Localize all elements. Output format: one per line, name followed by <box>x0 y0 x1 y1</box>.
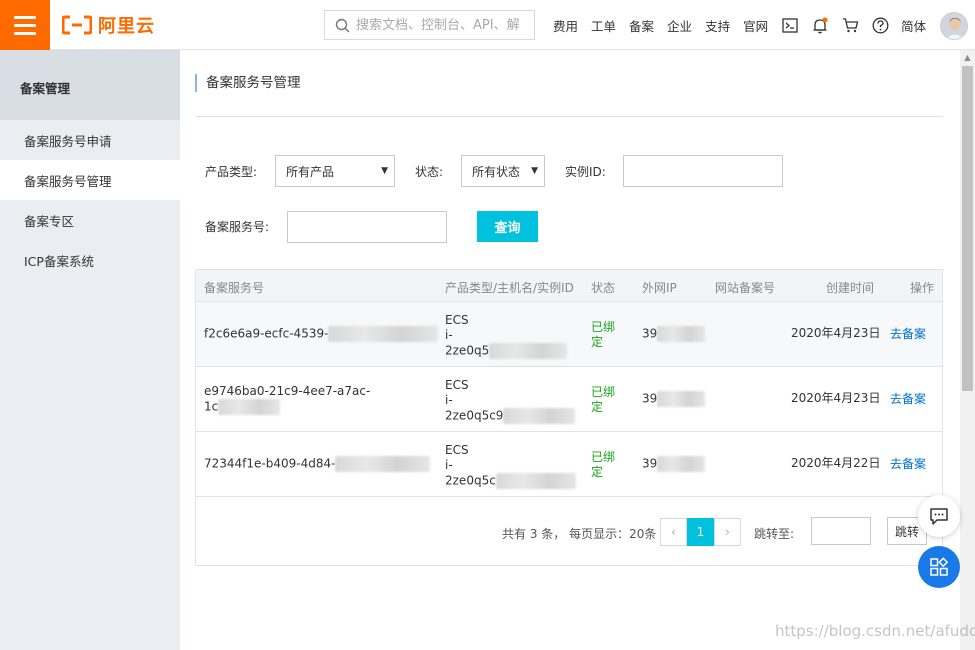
nav-support[interactable]: 支持 <box>705 16 730 35</box>
apps-button[interactable] <box>918 546 960 588</box>
next-page-button[interactable]: › <box>714 518 741 546</box>
status-cell: 已绑定 <box>591 450 616 479</box>
service-table: 备案服务号 产品类型/主机名/实例ID 状态 外网IP 网站备案号 创建时间 操… <box>195 269 943 566</box>
product-type-value: 所有产品 <box>286 164 335 179</box>
cart-icon[interactable] <box>841 16 859 34</box>
nav-enterprise[interactable]: 企业 <box>667 16 692 35</box>
aliyun-logo-icon <box>62 15 92 35</box>
ip-cell: 39 <box>642 456 706 472</box>
top-nav: 费用 工单 备案 企业 支持 官网 简体 <box>553 0 939 50</box>
nav-tickets[interactable]: 工单 <box>591 16 616 35</box>
search-input[interactable] <box>356 17 526 33</box>
col-status: 状态 <box>591 281 616 295</box>
sidebar-item-icp-system[interactable]: ICP备案系统 <box>0 240 180 280</box>
top-bar: 阿里云 费用 工单 备案 企业 支持 官网 简体 <box>0 0 975 50</box>
chat-button[interactable] <box>918 495 960 537</box>
col-service-no: 备案服务号 <box>204 281 265 295</box>
avatar[interactable] <box>940 12 968 40</box>
bell-icon[interactable] <box>811 16 829 34</box>
watermark: https://blog.csdn.net/afudos <box>775 622 975 640</box>
status-value: 所有状态 <box>472 164 521 179</box>
go-icp-link[interactable]: 去备案 <box>890 327 926 342</box>
chat-icon <box>930 507 948 525</box>
service-no-cell: 72344f1e-b409-4d84- <box>204 456 431 472</box>
col-action: 操作 <box>910 281 935 295</box>
logo-text: 阿里云 <box>98 16 155 37</box>
scroll-up-icon[interactable]: ▲ <box>960 50 975 65</box>
jump-page-input[interactable] <box>811 517 871 545</box>
help-icon[interactable] <box>871 16 889 34</box>
dropdown-arrow-icon: ▼ <box>531 166 538 176</box>
col-site-no: 网站备案号 <box>715 281 776 295</box>
service-no-cell: e9746ba0-21c9-4ee7-a7ac- 1c <box>204 384 371 415</box>
scroll-thumb[interactable] <box>962 66 973 391</box>
col-created: 创建时间 <box>826 281 875 295</box>
jump-label: 跳转至: <box>754 527 795 541</box>
sidebar-title: 备案管理 <box>0 50 180 120</box>
logo[interactable]: 阿里云 <box>62 13 155 37</box>
ip-cell: 39 <box>642 326 706 342</box>
page-title: 备案服务号管理 <box>195 74 301 92</box>
product-cell: ECS i- 2ze0q5c9 <box>445 378 576 424</box>
sidebar-item-service-apply[interactable]: 备案服务号申请 <box>0 120 180 160</box>
status-cell: 已绑定 <box>591 385 616 414</box>
go-icp-link[interactable]: 去备案 <box>890 392 926 407</box>
table-row: f2c6e6a9-ecfc-4539- ECS i- 2ze0q5 已绑定 39… <box>196 302 942 367</box>
scrollbar[interactable]: ▲ <box>960 50 975 650</box>
product-type-label: 产品类型: <box>205 165 258 179</box>
product-cell: ECS i- 2ze0q5c <box>445 443 576 489</box>
ip-cell: 39 <box>642 391 706 407</box>
col-ip: 外网IP <box>642 281 677 295</box>
created-cell: 2020年4月22日 <box>791 456 881 470</box>
go-icp-link[interactable]: 去备案 <box>890 457 926 472</box>
sidebar: 备案管理 备案服务号申请 备案服务号管理 备案专区 ICP备案系统 <box>0 50 180 650</box>
search-box[interactable] <box>324 10 535 40</box>
page-1-button[interactable]: 1 <box>687 518 714 546</box>
nav-fees[interactable]: 费用 <box>553 16 578 35</box>
table-row: e9746ba0-21c9-4ee7-a7ac- 1c ECS i- 2ze0q… <box>196 367 942 432</box>
status-cell: 已绑定 <box>591 320 616 349</box>
dropdown-arrow-icon: ▼ <box>381 166 388 176</box>
terminal-icon[interactable] <box>781 16 799 34</box>
created-cell: 2020年4月23日 <box>791 326 881 340</box>
service-no-input[interactable] <box>287 211 447 243</box>
apps-icon <box>930 557 949 576</box>
nav-icp[interactable]: 备案 <box>629 16 654 35</box>
main-content: 备案服务号管理 产品类型: 所有产品 ▼ 状态: 所有状态 ▼ 实例ID: 备案… <box>180 50 960 650</box>
product-cell: ECS i- 2ze0q5 <box>445 313 568 359</box>
status-label: 状态: <box>415 165 444 179</box>
service-no-label: 备案服务号: <box>205 220 270 234</box>
prev-page-button[interactable]: ‹ <box>660 518 687 546</box>
sidebar-item-icp-zone[interactable]: 备案专区 <box>0 200 180 240</box>
status-select[interactable]: 所有状态 ▼ <box>461 155 545 187</box>
sidebar-item-service-manage[interactable]: 备案服务号管理 <box>0 160 180 200</box>
language-switch[interactable]: 简体 <box>901 16 926 35</box>
divider <box>195 116 943 117</box>
nav-website[interactable]: 官网 <box>743 16 768 35</box>
created-cell: 2020年4月23日 <box>791 391 881 405</box>
table-header: 备案服务号 产品类型/主机名/实例ID 状态 外网IP 网站备案号 创建时间 操… <box>196 270 942 302</box>
total-count: 共有 3 条， 每页显示：20条 <box>502 527 657 541</box>
search-icon <box>335 18 350 32</box>
instance-id-input[interactable] <box>623 155 783 187</box>
menu-icon[interactable] <box>0 0 50 50</box>
instance-id-label: 实例ID: <box>565 165 606 179</box>
col-product: 产品类型/主机名/实例ID <box>445 281 574 295</box>
service-no-cell: f2c6e6a9-ecfc-4539- <box>204 326 439 342</box>
table-row: 72344f1e-b409-4d84- ECS i- 2ze0q5c 已绑定 3… <box>196 432 942 497</box>
product-type-select[interactable]: 所有产品 ▼ <box>275 155 395 187</box>
query-button[interactable]: 查询 <box>477 211 538 242</box>
